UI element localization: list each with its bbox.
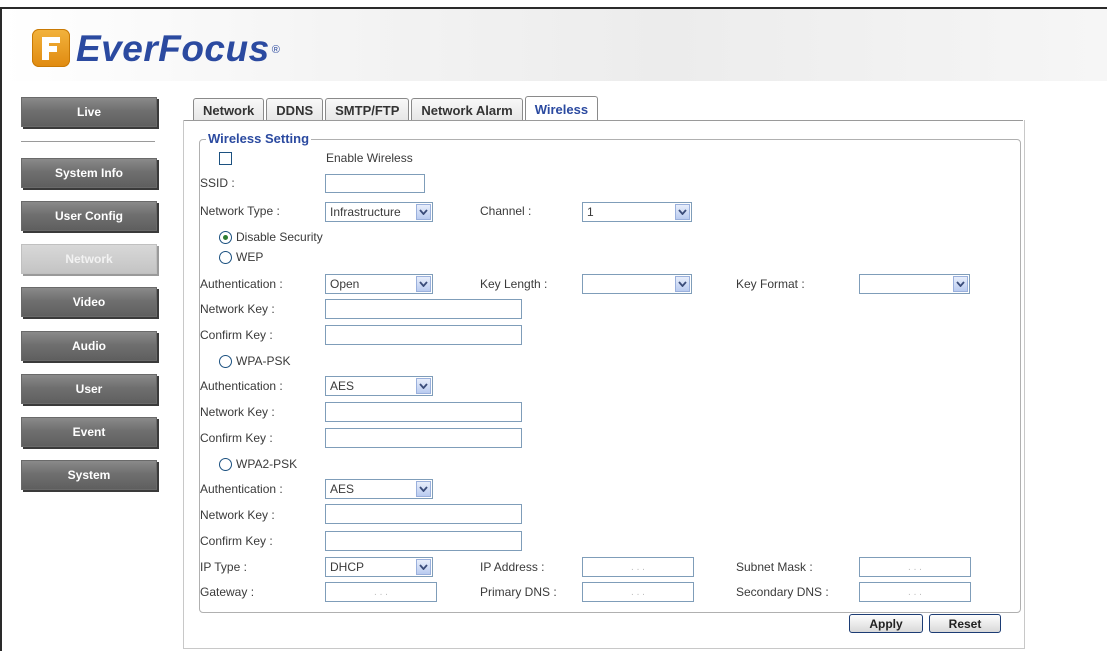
tab-bar: Network DDNS SMTP/FTP Network Alarm Wire… [193, 96, 600, 121]
key-format-select[interactable] [859, 274, 970, 294]
wpa2-confirm-key-label: Confirm Key : [200, 534, 273, 548]
wep-network-key-input[interactable] [325, 299, 522, 319]
chevron-down-icon [675, 276, 690, 292]
wpa-confirm-key-label: Confirm Key : [200, 431, 273, 445]
reset-button[interactable]: Reset [929, 614, 1001, 633]
chevron-down-icon [416, 378, 431, 394]
window-frame-left [0, 7, 2, 651]
wpa-network-key-label: Network Key : [200, 405, 275, 419]
ip-type-select[interactable]: DHCP [325, 557, 433, 577]
wep-confirm-key-label: Confirm Key : [200, 328, 273, 342]
ip-address-input[interactable]: . . . [582, 557, 694, 577]
network-type-value: Infrastructure [330, 205, 401, 219]
enable-wireless-label: Enable Wireless [326, 151, 413, 165]
wpa2-network-key-input[interactable] [325, 504, 522, 524]
channel-select[interactable]: 1 [582, 202, 692, 222]
nav-audio-button[interactable]: Audio [21, 331, 157, 361]
ip-address-label: IP Address : [480, 560, 545, 574]
nav-divider [21, 141, 155, 142]
primary-dns-label: Primary DNS : [480, 585, 557, 599]
wpa-authentication-value: AES [330, 379, 355, 393]
nav-event-button[interactable]: Event [21, 417, 157, 447]
brand-name: EverFocus [76, 27, 270, 69]
wpa-psk-label: WPA-PSK [236, 354, 291, 368]
wep-authentication-select[interactable]: Open [325, 274, 433, 294]
subnet-mask-input[interactable]: . . . [859, 557, 971, 577]
secondary-dns-input[interactable]: . . . [859, 582, 971, 602]
nav-user-button[interactable]: User [21, 374, 157, 404]
wpa2-authentication-select[interactable]: AES [325, 479, 433, 499]
brand-logo: EverFocus ® [32, 26, 280, 70]
ssid-label: SSID : [200, 176, 235, 190]
network-type-select[interactable]: Infrastructure [325, 202, 433, 222]
tab-network[interactable]: Network [193, 98, 265, 121]
disable-security-radio[interactable] [219, 231, 232, 244]
secondary-dns-label: Secondary DNS : [736, 585, 829, 599]
wpa2-authentication-label: Authentication : [200, 482, 283, 496]
wep-network-key-label: Network Key : [200, 302, 275, 316]
wpa-network-key-input[interactable] [325, 402, 522, 422]
subnet-mask-label: Subnet Mask : [736, 560, 813, 574]
tab-ddns[interactable]: DDNS [266, 98, 324, 121]
chevron-down-icon [416, 204, 431, 220]
key-length-select[interactable] [582, 274, 692, 294]
wpa2-confirm-key-input[interactable] [325, 531, 522, 551]
enable-wireless-checkbox[interactable] [219, 152, 232, 165]
tab-smtp-ftp[interactable]: SMTP/FTP [325, 98, 410, 121]
registered-mark: ® [271, 44, 280, 56]
chevron-down-icon [416, 559, 431, 575]
network-type-label: Network Type : [200, 204, 280, 218]
wpa2-authentication-value: AES [330, 482, 355, 496]
gateway-label: Gateway : [200, 585, 255, 599]
wep-authentication-label: Authentication : [200, 277, 283, 291]
ip-type-value: DHCP [330, 560, 365, 574]
nav-live-button[interactable]: Live [21, 97, 157, 127]
nav-system-button[interactable]: System [21, 460, 157, 490]
channel-value: 1 [587, 205, 594, 219]
tab-wireless[interactable]: Wireless [524, 96, 599, 121]
disable-security-label: Disable Security [236, 230, 323, 244]
apply-button[interactable]: Apply [849, 614, 923, 633]
nav-network-button[interactable]: Network [21, 244, 157, 274]
key-length-label: Key Length : [480, 277, 548, 291]
wpa-psk-radio[interactable] [219, 355, 232, 368]
nav-video-button[interactable]: Video [21, 287, 157, 317]
wpa2-psk-radio[interactable] [219, 458, 232, 471]
wep-label: WEP [236, 250, 264, 264]
wep-radio[interactable] [219, 251, 232, 264]
gateway-input[interactable]: . . . [325, 582, 437, 602]
chevron-down-icon [953, 276, 968, 292]
header-banner: EverFocus ® [2, 9, 1107, 81]
everfocus-logo-icon [32, 29, 70, 67]
wireless-setting-legend: Wireless Setting [206, 131, 312, 146]
wpa2-network-key-label: Network Key : [200, 508, 275, 522]
ip-type-label: IP Type : [200, 560, 247, 574]
wpa2-psk-label: WPA2-PSK [236, 457, 298, 471]
chevron-down-icon [675, 204, 690, 220]
channel-label: Channel : [480, 204, 532, 218]
tab-network-alarm[interactable]: Network Alarm [411, 98, 523, 121]
primary-dns-input[interactable]: . . . [582, 582, 694, 602]
wep-authentication-value: Open [330, 277, 360, 291]
key-format-label: Key Format : [736, 277, 805, 291]
wep-confirm-key-input[interactable] [325, 325, 522, 345]
ssid-input[interactable] [325, 174, 425, 193]
nav-user-config-button[interactable]: User Config [21, 201, 157, 231]
wpa-confirm-key-input[interactable] [325, 428, 522, 448]
chevron-down-icon [416, 276, 431, 292]
wpa-authentication-select[interactable]: AES [325, 376, 433, 396]
nav-system-info-button[interactable]: System Info [21, 158, 157, 188]
wpa-authentication-label: Authentication : [200, 379, 283, 393]
chevron-down-icon [416, 481, 431, 497]
